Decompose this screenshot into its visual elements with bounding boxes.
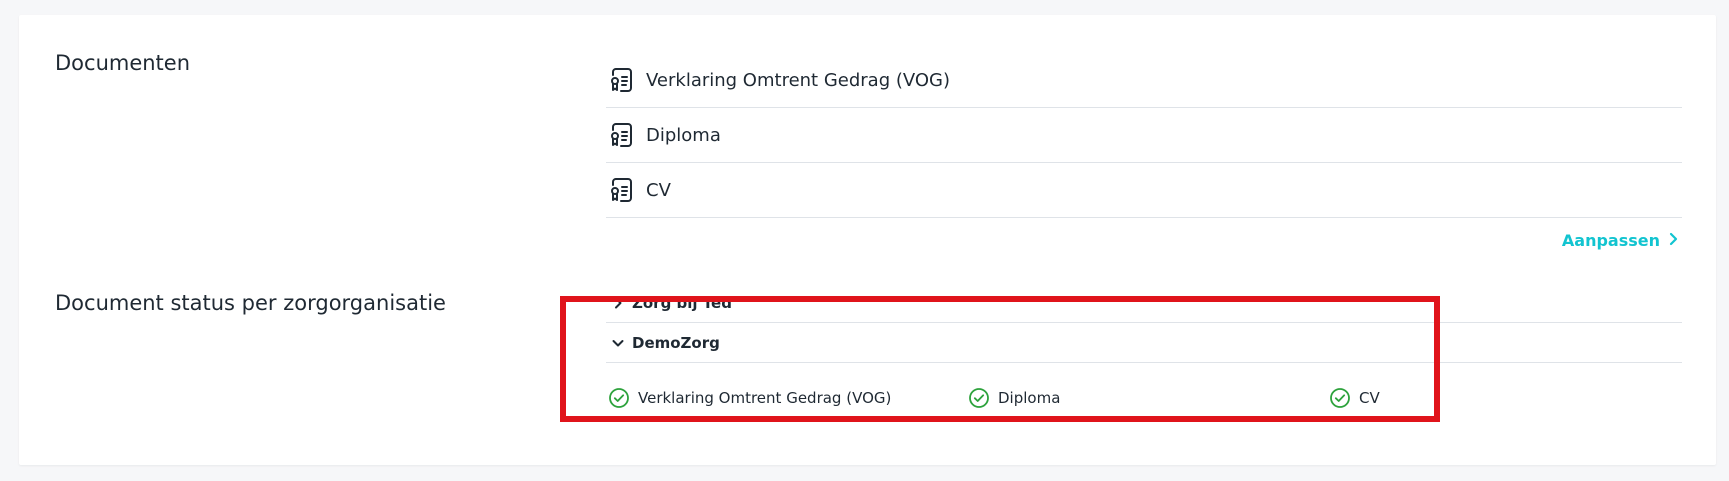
document-item-cv[interactable]: CV (606, 163, 1682, 218)
document-card: Documenten Verklaring Omtrent Gedrag (VO… (19, 15, 1716, 465)
document-label: Diploma (646, 124, 721, 146)
chevron-right-icon (611, 296, 625, 310)
document-icon (609, 122, 633, 148)
check-circle-icon (1329, 387, 1351, 409)
organization-demozorg: DemoZorg Verklaring Omtrent Gedrag (VOG) (606, 323, 1682, 433)
check-circle-icon (608, 387, 630, 409)
check-circle-icon (968, 387, 990, 409)
documents-section-title: Documenten (55, 51, 191, 75)
document-icon (609, 177, 633, 203)
organization-name: DemoZorg (632, 333, 720, 352)
status-item-vog: Verklaring Omtrent Gedrag (VOG) (608, 387, 891, 409)
document-item-vog[interactable]: Verklaring Omtrent Gedrag (VOG) (606, 53, 1682, 108)
document-label: Verklaring Omtrent Gedrag (VOG) (646, 69, 951, 91)
document-list: Verklaring Omtrent Gedrag (VOG) Diploma (606, 53, 1682, 218)
edit-documents-link[interactable]: Aanpassen (1562, 231, 1678, 250)
status-label: Diploma (998, 389, 1061, 407)
organization-name: Zorg bij Ted (632, 293, 732, 312)
status-item-cv: CV (1329, 387, 1380, 409)
organization-toggle-demozorg[interactable]: DemoZorg (606, 323, 1682, 363)
status-label: CV (1359, 389, 1380, 407)
chevron-right-icon (1668, 231, 1678, 250)
status-label: Verklaring Omtrent Gedrag (VOG) (638, 389, 892, 407)
document-status-list: Verklaring Omtrent Gedrag (VOG) Diploma (606, 363, 1682, 433)
organization-toggle-zorg-bij-ted[interactable]: Zorg bij Ted (606, 283, 1682, 323)
status-section-title: Document status per zorgorganisatie (55, 291, 446, 315)
chevron-down-icon (611, 336, 625, 350)
document-icon (609, 67, 633, 93)
edit-link-label: Aanpassen (1561, 231, 1660, 250)
document-label: CV (646, 179, 671, 201)
document-item-diploma[interactable]: Diploma (606, 108, 1682, 163)
status-item-diploma: Diploma (968, 387, 1060, 409)
organization-list: Zorg bij Ted DemoZorg Verklaring Omtrent… (606, 283, 1682, 433)
